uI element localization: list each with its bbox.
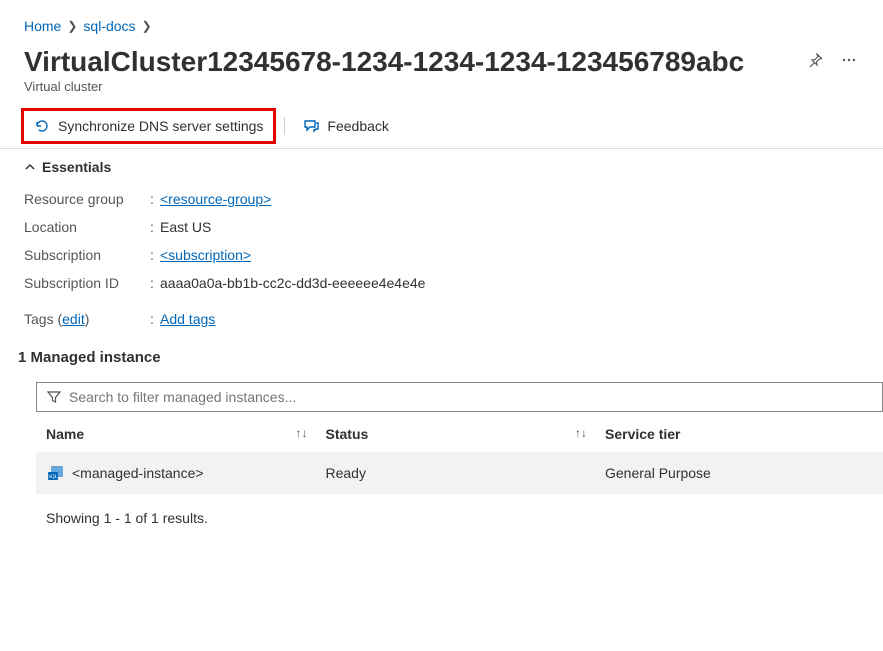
managed-instance-table: Name ↑↓ Status ↑↓ Service tier (36, 416, 883, 494)
feedback-button[interactable]: Feedback (293, 111, 398, 141)
page-title: VirtualCluster12345678-1234-1234-1234-12… (24, 44, 791, 79)
pin-icon (807, 52, 823, 68)
chevron-right-icon: ❯ (67, 19, 77, 33)
subscription-link[interactable]: <subscription> (160, 247, 251, 263)
resource-group-label: Resource group (24, 191, 150, 207)
breadcrumb-parent[interactable]: sql-docs (83, 18, 135, 34)
resource-group-link[interactable]: <resource-group> (160, 191, 271, 207)
chevron-up-icon (24, 161, 36, 173)
sync-dns-button[interactable]: Synchronize DNS server settings (24, 111, 273, 141)
subscription-label: Subscription (24, 247, 150, 263)
search-input[interactable] (69, 389, 872, 405)
table-row[interactable]: SQL <managed-instance> Ready General Pur… (36, 452, 883, 494)
instance-name: <managed-instance> (72, 465, 204, 481)
page-subtitle: Virtual cluster (0, 79, 883, 104)
tags-label: Tags (edit) (24, 311, 150, 327)
sql-instance-icon: SQL (46, 464, 64, 482)
add-tags-link[interactable]: Add tags (160, 311, 215, 327)
sort-icon: ↑↓ (296, 426, 308, 440)
toolbar-separator (284, 117, 285, 135)
essentials-toggle[interactable]: Essentials (0, 149, 883, 179)
toolbar: Synchronize DNS server settings Feedback (0, 104, 883, 149)
location-label: Location (24, 219, 150, 235)
results-summary: Showing 1 - 1 of 1 results. (36, 494, 883, 538)
location-value: East US (160, 219, 211, 235)
sync-dns-label: Synchronize DNS server settings (58, 118, 263, 134)
tags-edit-link[interactable]: edit (62, 311, 85, 327)
ellipsis-icon (841, 52, 857, 68)
subscription-id-label: Subscription ID (24, 275, 150, 291)
instance-status: Ready (316, 452, 596, 494)
breadcrumb-home[interactable]: Home (24, 18, 61, 34)
refresh-icon (34, 118, 50, 134)
more-button[interactable] (839, 50, 859, 73)
page-header: VirtualCluster12345678-1234-1234-1234-12… (0, 40, 883, 79)
essentials-panel: Resource group : <resource-group> Locati… (0, 179, 883, 347)
chevron-right-icon: ❯ (142, 19, 152, 33)
feedback-icon (303, 118, 319, 134)
instance-tier: General Purpose (595, 452, 883, 494)
filter-icon (47, 390, 61, 404)
breadcrumb: Home ❯ sql-docs ❯ (0, 0, 883, 40)
managed-instance-table-wrap: Name ↑↓ Status ↑↓ Service tier (0, 382, 883, 538)
svg-text:SQL: SQL (48, 475, 57, 480)
subscription-id-value: aaaa0a0a-bb1b-cc2c-dd3d-eeeeee4e4e4e (160, 275, 425, 291)
managed-instance-section-title: 1 Managed instance (0, 347, 883, 382)
column-name[interactable]: Name ↑↓ (36, 416, 316, 452)
pin-button[interactable] (805, 50, 825, 73)
essentials-header: Essentials (42, 159, 111, 175)
feedback-label: Feedback (327, 118, 388, 134)
column-status[interactable]: Status ↑↓ (316, 416, 596, 452)
column-tier[interactable]: Service tier (595, 416, 883, 452)
search-bar[interactable] (36, 382, 883, 412)
sort-icon: ↑↓ (575, 426, 587, 440)
